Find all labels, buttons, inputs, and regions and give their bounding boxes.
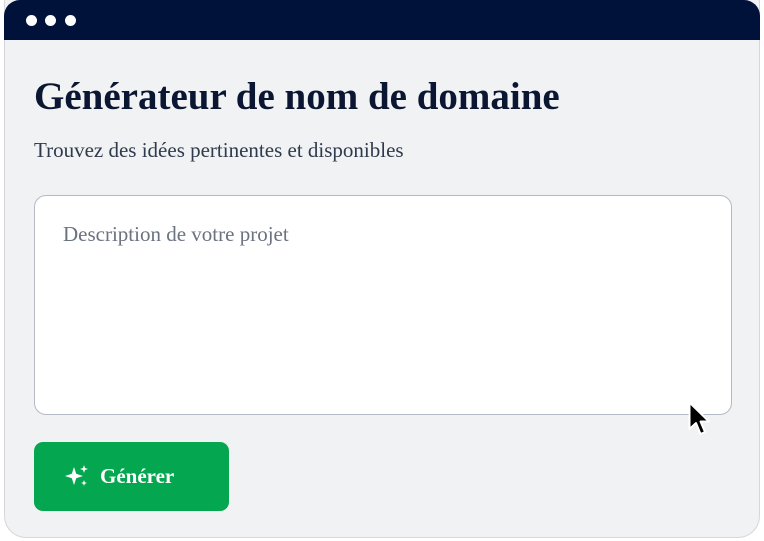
window-control-dot[interactable]: [45, 15, 56, 26]
page-title: Générateur de nom de domaine: [34, 75, 560, 118]
generate-button-label: Générer: [100, 464, 175, 488]
window-titlebar: [4, 0, 760, 40]
window-control-dot[interactable]: [65, 15, 76, 26]
window-control-dot[interactable]: [26, 15, 37, 26]
project-description-input[interactable]: [34, 195, 732, 415]
page-subtitle: Trouvez des idées pertinentes et disponi…: [34, 138, 404, 162]
sparkles-icon: [65, 464, 88, 486]
generate-button[interactable]: Générer: [34, 442, 229, 511]
mouse-pointer-icon: [688, 401, 710, 435]
